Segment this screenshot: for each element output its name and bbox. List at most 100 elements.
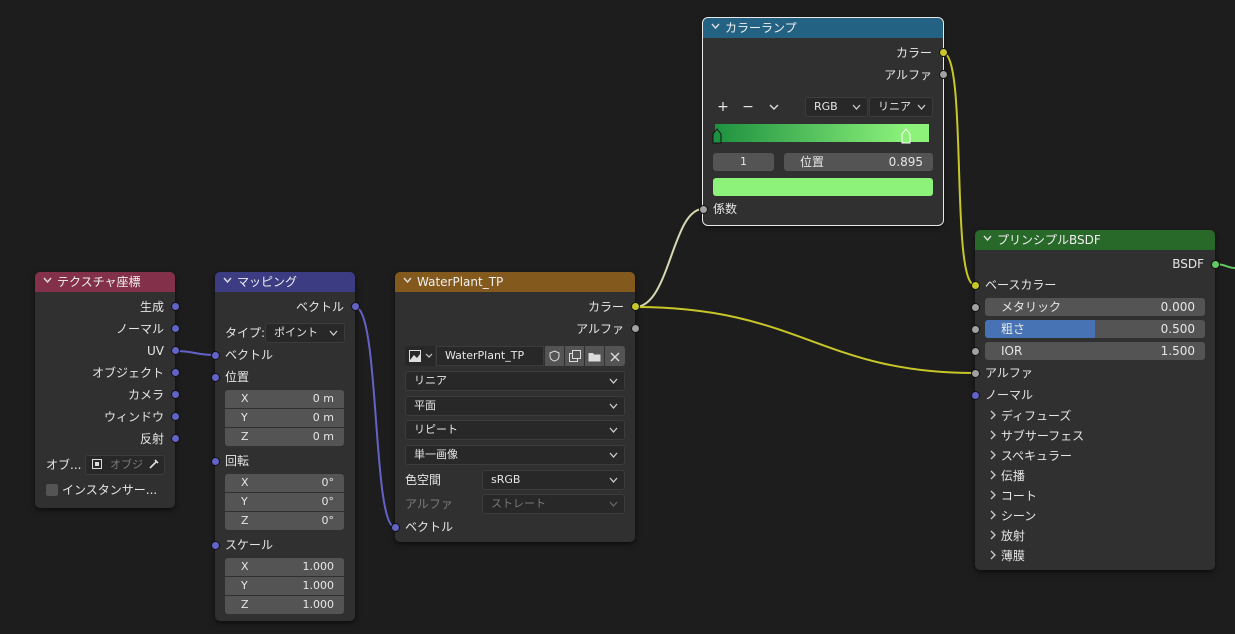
stop-color-swatch[interactable] xyxy=(713,178,933,196)
chevron-down-icon[interactable] xyxy=(983,235,992,243)
socket-vector-in[interactable] xyxy=(211,351,220,360)
chevron-down-icon[interactable] xyxy=(43,277,52,285)
instancer-checkbox[interactable] xyxy=(46,484,58,496)
panel-emission[interactable]: 放射 xyxy=(989,526,1025,546)
location-x[interactable]: X 0 m xyxy=(225,390,344,408)
colorspace-select[interactable]: sRGB xyxy=(482,470,625,490)
panel-coat[interactable]: コート xyxy=(989,486,1037,506)
socket-vector-in[interactable] xyxy=(391,523,400,532)
open-file-button[interactable] xyxy=(585,346,604,366)
socket-camera[interactable] xyxy=(171,390,180,399)
position-value: 0.895 xyxy=(888,155,923,169)
socket-alpha-out[interactable] xyxy=(939,70,948,79)
node-header[interactable]: テクスチャ座標 xyxy=(35,272,175,292)
socket-metallic[interactable] xyxy=(971,303,980,312)
stop-index-field[interactable]: 1 xyxy=(713,153,774,171)
stop-position-field[interactable]: 位置 0.895 xyxy=(784,153,933,171)
roughness-value: 0.500 xyxy=(1160,322,1195,336)
axis-label: Z xyxy=(241,430,249,443)
node-header[interactable]: マッピング xyxy=(215,272,355,292)
axis-label: Z xyxy=(241,514,249,527)
socket-color-out[interactable] xyxy=(631,302,640,311)
scale-x[interactable]: X 1.000 xyxy=(225,558,344,576)
socket-ior[interactable] xyxy=(971,347,980,356)
panel-specular[interactable]: スペキュラー xyxy=(989,446,1072,466)
rotation-y[interactable]: Y 0° xyxy=(225,493,344,511)
source-select[interactable]: 単一画像 xyxy=(405,445,625,465)
projection-select[interactable]: 平面 xyxy=(405,396,625,416)
socket-vector-out[interactable] xyxy=(351,302,360,311)
panel-sheen[interactable]: シーン xyxy=(989,506,1036,526)
object-picker[interactable]: オブジ xyxy=(85,455,165,475)
ramp-stop-0[interactable] xyxy=(712,128,722,144)
output-color: カラー xyxy=(895,46,932,60)
socket-location[interactable] xyxy=(211,373,220,382)
value: 0 m xyxy=(312,430,334,443)
rotation-x[interactable]: X 0° xyxy=(225,474,344,492)
extension-select[interactable]: リピート xyxy=(405,420,625,440)
node-color-ramp[interactable]: カラーランプ カラー アルファ + − RGB リニア 1 位置 0.895 係数 xyxy=(699,17,948,226)
socket-fac-in[interactable] xyxy=(699,205,708,214)
node-principled-bsdf[interactable]: プリンシプルBSDF BSDF ベースカラー メタリック 0.000 粗さ 0.50… xyxy=(971,230,1220,570)
socket-reflection[interactable] xyxy=(171,434,180,443)
type-select[interactable]: ポイント xyxy=(265,323,345,343)
metallic-field[interactable]: メタリック 0.000 xyxy=(985,298,1205,316)
socket-bsdf-out[interactable] xyxy=(1211,260,1220,269)
image-browse-button[interactable] xyxy=(405,346,435,366)
image-icon xyxy=(409,350,421,365)
panel-thin-film[interactable]: 薄膜 xyxy=(989,546,1025,566)
fake-user-button[interactable] xyxy=(545,346,564,366)
socket-alpha-out[interactable] xyxy=(631,324,640,333)
add-stop-button[interactable]: + xyxy=(713,97,733,117)
socket-roughness[interactable] xyxy=(971,325,980,334)
chevron-down-icon[interactable] xyxy=(403,277,412,285)
image-name-field[interactable]: WaterPlant_TP xyxy=(436,346,544,366)
roughness-slider[interactable]: 粗さ 0.500 xyxy=(985,320,1205,338)
ramp-interp-select[interactable]: リニア xyxy=(869,97,933,117)
socket-alpha[interactable] xyxy=(971,369,980,378)
socket-scale[interactable] xyxy=(211,541,220,550)
scale-y[interactable]: Y 1.000 xyxy=(225,577,344,595)
node-mapping[interactable]: マッピング ベクトル タイプ: ポイント ベクトル 位置 X 0 m Y 0 m Z… xyxy=(211,272,360,621)
color-mode-select[interactable]: RGB xyxy=(805,97,868,117)
socket-object[interactable] xyxy=(171,368,180,377)
ramp-interp-value: リニア xyxy=(878,100,911,113)
ramp-menu-button[interactable] xyxy=(769,101,779,115)
color-ramp-gradient[interactable] xyxy=(715,124,929,142)
scale-z[interactable]: Z 1.000 xyxy=(225,596,344,614)
panel-label: 放射 xyxy=(1000,529,1025,543)
panel-diffuse[interactable]: ディフューズ xyxy=(989,406,1071,426)
ior-field[interactable]: IOR 1.500 xyxy=(985,342,1205,360)
location-z[interactable]: Z 0 m xyxy=(225,428,344,446)
socket-uv[interactable] xyxy=(171,346,180,355)
panel-transmission[interactable]: 伝播 xyxy=(989,466,1025,486)
node-header[interactable]: カラーランプ xyxy=(703,18,943,38)
interpolation-select[interactable]: リニア xyxy=(405,371,625,391)
unlink-button[interactable] xyxy=(605,346,625,366)
close-icon xyxy=(610,351,620,365)
socket-normal[interactable] xyxy=(171,324,180,333)
input-vector-label: ベクトル xyxy=(225,348,274,362)
output-object: オブジェクト xyxy=(91,366,164,380)
ramp-stop-1[interactable] xyxy=(901,128,911,144)
node-image-texture[interactable]: WaterPlant_TP カラー アルファ WaterPlant_TP リニア… xyxy=(391,272,640,542)
chevron-down-icon[interactable] xyxy=(223,277,232,285)
rotation-z[interactable]: Z 0° xyxy=(225,512,344,530)
panel-subsurface[interactable]: サブサーフェス xyxy=(989,426,1084,446)
remove-stop-button[interactable]: − xyxy=(738,97,758,117)
projection-value: 平面 xyxy=(414,399,436,412)
socket-generated[interactable] xyxy=(171,302,180,311)
chevron-down-icon[interactable] xyxy=(711,23,720,31)
node-texture-coordinate[interactable]: テクスチャ座標 生成 ノーマル UV オブジェクト カメラ ウィンドウ 反射 オ… xyxy=(35,272,180,508)
socket-color-out[interactable] xyxy=(939,48,948,57)
location-y[interactable]: Y 0 m xyxy=(225,409,344,427)
node-header[interactable]: プリンシプルBSDF xyxy=(975,230,1215,250)
metallic-label: メタリック xyxy=(1001,300,1062,314)
socket-rotation[interactable] xyxy=(211,457,220,466)
duplicate-button[interactable] xyxy=(565,346,584,366)
eyedropper-icon[interactable] xyxy=(148,458,160,476)
node-header[interactable]: WaterPlant_TP xyxy=(395,272,635,292)
socket-normal[interactable] xyxy=(971,391,980,400)
socket-window[interactable] xyxy=(171,412,180,421)
socket-base-color[interactable] xyxy=(971,281,980,290)
